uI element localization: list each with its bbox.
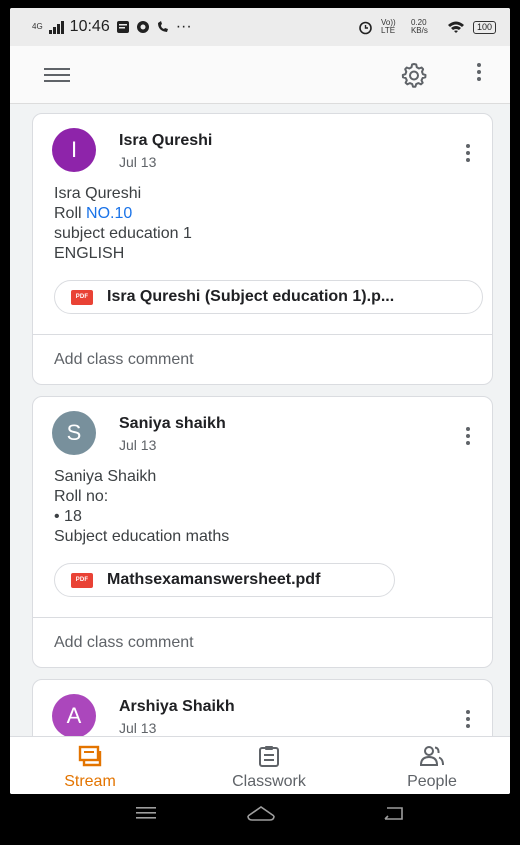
post-body: Saniya Shaikh Roll no: • 18 Subject educ…	[54, 467, 229, 547]
alarm-icon	[359, 21, 372, 34]
post-line: Subject education maths	[54, 528, 230, 545]
network-type: 4G	[32, 22, 43, 31]
post-body: Isra Qureshi Roll NO.10 subject educatio…	[54, 184, 192, 264]
back-icon[interactable]	[382, 804, 406, 822]
attachment-name: Mathsexamanswersheet.pdf	[107, 571, 321, 588]
attachment-chip[interactable]: PDF Mathsexamanswersheet.pdf	[54, 563, 395, 597]
menu-icon[interactable]	[44, 68, 70, 82]
post-date: Jul 13	[119, 720, 157, 736]
stream-icon	[78, 745, 102, 767]
attachment-chip[interactable]: PDF Isra Qureshi (Subject education 1).p…	[54, 280, 483, 314]
app-bar	[10, 46, 510, 104]
post-card: I Isra Qureshi Jul 13 Isra Qureshi Roll …	[32, 113, 493, 385]
screen: 4G 10:46 ··· Vo)) LTE 0.20 KB/s 100 I Is…	[10, 8, 510, 794]
status-bar: 4G 10:46 ··· Vo)) LTE 0.20 KB/s 100	[10, 8, 510, 46]
tab-label: Classwork	[232, 773, 306, 790]
recent-apps-icon[interactable]	[135, 804, 157, 822]
device-frame: 4G 10:46 ··· Vo)) LTE 0.20 KB/s 100 I Is…	[0, 0, 520, 845]
add-class-comment[interactable]: Add class comment	[54, 351, 194, 369]
volte-indicator: Vo)) LTE	[380, 18, 396, 35]
post-date: Jul 13	[119, 154, 157, 170]
tab-people[interactable]: People	[372, 743, 492, 793]
app-notification-icon	[136, 21, 149, 33]
bottom-navigation: Stream Classwork People	[10, 736, 510, 794]
post-header: S Saniya shaikh Jul 13	[52, 411, 472, 455]
post-card: S Saniya shaikh Jul 13 Saniya Shaikh Rol…	[32, 396, 493, 668]
classwork-icon	[259, 746, 279, 767]
roll-link[interactable]: NO.10	[86, 205, 132, 222]
gear-icon[interactable]	[400, 61, 428, 89]
post-date: Jul 13	[119, 437, 157, 453]
post-header: I Isra Qureshi Jul 13	[52, 128, 472, 172]
post-line: Isra Qureshi	[54, 185, 142, 202]
tab-stream[interactable]: Stream	[30, 743, 150, 793]
post-author: Isra Qureshi	[119, 132, 213, 149]
post-line: Saniya Shaikh	[54, 468, 157, 485]
clock: 10:46	[69, 18, 110, 35]
post-line: Roll NO.10	[54, 205, 133, 222]
post-menu-icon[interactable]	[465, 144, 471, 166]
post-menu-icon[interactable]	[465, 710, 471, 732]
post-header: A Arshiya Shaikh Jul 13	[52, 694, 472, 736]
wifi-icon	[447, 21, 464, 33]
avatar[interactable]: I	[52, 128, 96, 172]
pdf-icon: PDF	[71, 289, 93, 305]
post-card: A Arshiya Shaikh Jul 13	[32, 679, 493, 736]
message-icon	[116, 21, 129, 33]
more-notifications: ···	[175, 18, 192, 35]
missed-call-icon	[157, 21, 168, 32]
tab-label: Stream	[64, 773, 116, 790]
post-line: • 18	[54, 508, 82, 525]
post-line: subject education 1	[54, 225, 192, 242]
post-menu-icon[interactable]	[465, 427, 471, 449]
data-speed: 0.20 KB/s	[410, 18, 428, 35]
tab-classwork[interactable]: Classwork	[209, 743, 329, 793]
stream-feed[interactable]: I Isra Qureshi Jul 13 Isra Qureshi Roll …	[10, 104, 510, 736]
system-nav-bar	[10, 794, 510, 836]
post-author: Saniya shaikh	[119, 415, 226, 432]
home-icon[interactable]	[246, 804, 276, 824]
avatar[interactable]: A	[52, 694, 96, 736]
attachment-name: Isra Qureshi (Subject education 1).p...	[107, 288, 395, 305]
add-comment-row[interactable]: Add class comment	[33, 334, 492, 385]
tab-label: People	[407, 773, 457, 790]
post-line: Roll no:	[54, 488, 109, 505]
battery-icon: 100	[472, 20, 496, 34]
add-class-comment[interactable]: Add class comment	[54, 634, 194, 652]
post-author: Arshiya Shaikh	[119, 698, 235, 715]
post-line: ENGLISH	[54, 245, 125, 262]
avatar[interactable]: S	[52, 411, 96, 455]
pdf-icon: PDF	[71, 572, 93, 588]
add-comment-row[interactable]: Add class comment	[33, 617, 492, 668]
signal-icon	[48, 20, 64, 34]
people-icon	[420, 746, 444, 766]
more-vert-icon[interactable]	[476, 63, 482, 85]
